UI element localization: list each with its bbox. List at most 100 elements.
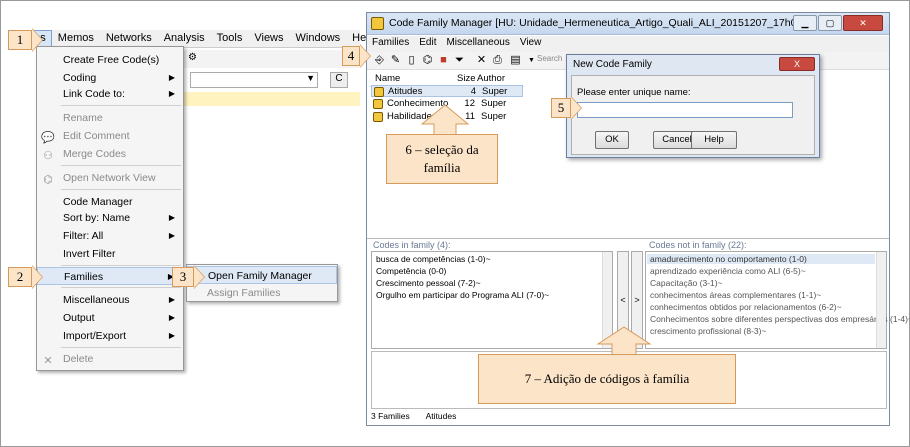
callout-7: 7 – Adição de códigos à família (478, 354, 736, 404)
document-combo[interactable]: ▼ (190, 72, 318, 88)
menu-item-rename[interactable]: Rename (37, 109, 183, 127)
list-item[interactable]: amadurecimento no comportamento (1-0) (647, 254, 875, 264)
menu-item-import-export[interactable]: Import/Export ▶ (37, 327, 183, 345)
menu-tools[interactable]: Tools (211, 30, 249, 47)
column-author[interactable]: Author (477, 73, 505, 84)
family-name-input[interactable] (577, 102, 793, 118)
close-icon[interactable]: ✕ (843, 15, 883, 31)
menu-item-invert-filter[interactable]: Invert Filter (37, 245, 183, 263)
network-icon[interactable]: ⌬ (421, 54, 434, 67)
callout-2: 2 (8, 267, 32, 287)
vertical-scrollbar[interactable] (876, 252, 886, 348)
list-item[interactable]: crescimento profissional (8-3)~ (650, 326, 766, 336)
codes-not-in-family-list[interactable]: amadurecimento no comportamento (1-0) ap… (645, 251, 910, 349)
menu-item-output[interactable]: Output ▶ (37, 309, 183, 327)
menu-windows[interactable]: Windows (290, 30, 347, 47)
chevron-down-icon: ▼ (306, 73, 315, 83)
submenu-arrow-icon: ▶ (168, 231, 175, 240)
callout-7-arrow (596, 326, 652, 356)
main-toolbar: ⚙ (180, 50, 360, 68)
submenu-arrow-icon: ▶ (168, 313, 175, 322)
ok-button[interactable]: OK (595, 131, 629, 149)
list-item[interactable]: busca de competências (1-0)~ (376, 254, 491, 264)
menu-miscellaneous[interactable]: Miscellaneous (441, 36, 514, 52)
family-row-atitudes[interactable]: Atitudes 4 Super (371, 85, 523, 97)
menu-memos[interactable]: Memos (52, 30, 100, 47)
list-item[interactable]: aprendizado experiência como ALI (6-5)~ (650, 266, 806, 276)
callout-2-arrow-fill (32, 266, 42, 288)
menu-families[interactable]: Families (367, 36, 414, 52)
callout-5-arrow-fill (571, 97, 581, 119)
menu-analysis[interactable]: Analysis (158, 30, 211, 47)
menu-item-link-code[interactable]: Link Code to: ▶ (37, 85, 183, 103)
menu-item-open-network-view[interactable]: ⌬ Open Network View (37, 169, 183, 187)
menu-separator (61, 189, 181, 190)
list-item[interactable]: Crescimento pessoal (7-2)~ (376, 278, 481, 288)
callout-6: 6 – seleção da família (386, 134, 498, 184)
submenu-arrow-icon: ▶ (168, 89, 175, 98)
list-item[interactable]: Capacitação (3-1)~ (650, 278, 723, 288)
menu-item-miscellaneous[interactable]: Miscellaneous ▶ (37, 291, 183, 309)
callout-6-line1: 6 – seleção da (405, 142, 479, 157)
status-family-count: 3 Families (371, 411, 410, 421)
codes-in-family-list[interactable]: busca de competências (1-0)~ Competência… (371, 251, 613, 349)
menu-item-delete[interactable]: ✕ Delete (37, 350, 183, 368)
callout-1: 1 (8, 30, 32, 50)
menu-separator (61, 287, 181, 288)
new-family-icon[interactable]: ⎆ (373, 54, 386, 67)
list-item[interactable]: conhecimentos áreas complementares (1-1)… (650, 290, 821, 300)
menu-item-sort-by[interactable]: Sort by: Name ▶ (37, 209, 183, 227)
comment-icon[interactable]: ✎ (389, 54, 402, 67)
menu-item-filter[interactable]: Filter: All ▶ (37, 227, 183, 245)
submenu-item-assign-families[interactable]: Assign Families (187, 284, 337, 302)
maximize-icon[interactable]: ▢ (818, 15, 842, 31)
submenu-item-open-family-manager[interactable]: Open Family Manager (187, 266, 337, 284)
family-icon (373, 112, 383, 122)
dialog-prompt: Please enter unique name: (577, 87, 691, 98)
view-icon[interactable]: ▤ (509, 54, 522, 67)
submenu-arrow-icon: ▶ (168, 295, 175, 304)
stop-icon[interactable]: ■ (437, 54, 450, 67)
callout-1-arrow-fill (32, 29, 42, 51)
delete-icon: ✕ (43, 355, 53, 367)
dialog-close-button[interactable]: X (779, 57, 815, 71)
codes-not-in-family-label: Codes not in family (22): (649, 240, 747, 250)
menu-item-edit-comment[interactable]: 💬 Edit Comment (37, 127, 183, 145)
menu-edit[interactable]: Edit (414, 36, 441, 52)
menu-separator (61, 105, 181, 106)
menu-item-create-free-code[interactable]: Create Free Code(s) (37, 51, 183, 69)
column-name[interactable]: Name (375, 73, 400, 84)
print-icon[interactable]: ⎙ (491, 54, 504, 67)
family-icon (373, 99, 383, 109)
callout-4: 4 (342, 46, 360, 66)
list-item[interactable]: Orgulho em participar do Programa ALI (7… (376, 290, 549, 300)
menu-item-families[interactable]: Families ▶ (37, 267, 183, 285)
menu-views[interactable]: Views (248, 30, 289, 47)
merge-icon: ⚇ (43, 150, 53, 162)
menu-separator (61, 165, 181, 166)
menu-item-merge-codes[interactable]: ⚇ Merge Codes (37, 145, 183, 163)
family-icon (374, 87, 384, 97)
status-selected-family: Atitudes (425, 411, 457, 421)
list-item[interactable]: conhecimentos obtidos por relacionamento… (650, 302, 842, 312)
menu-networks[interactable]: Networks (100, 30, 158, 47)
new-code-family-dialog: New Code Family X Please enter unique na… (566, 54, 820, 158)
submenu-arrow-icon: ▶ (168, 331, 175, 340)
combo-side-button[interactable]: C (330, 72, 348, 88)
delete-icon[interactable]: ✕ (475, 54, 488, 67)
toolbar-icon[interactable]: ⚙ (188, 52, 197, 63)
minimize-icon[interactable]: ▁ (793, 15, 817, 31)
menu-view[interactable]: View (515, 36, 547, 52)
comment-icon: 💬 (41, 132, 55, 144)
filter-icon[interactable]: ⏷ (453, 54, 466, 67)
list-item[interactable]: Competência (0-0) (376, 266, 446, 276)
family-manager-icon (371, 17, 384, 30)
pane-splitter[interactable] (367, 238, 889, 239)
document-icon[interactable]: ▯ (405, 54, 418, 67)
callout-6-arrow (420, 104, 470, 136)
menu-separator (61, 347, 181, 348)
window-menubar: Families Edit Miscellaneous View (367, 36, 889, 52)
help-button[interactable]: Help (691, 131, 737, 149)
column-size[interactable]: Size (457, 73, 475, 84)
list-item[interactable]: Conhecimentos sobre diferentes perspecti… (650, 314, 910, 324)
